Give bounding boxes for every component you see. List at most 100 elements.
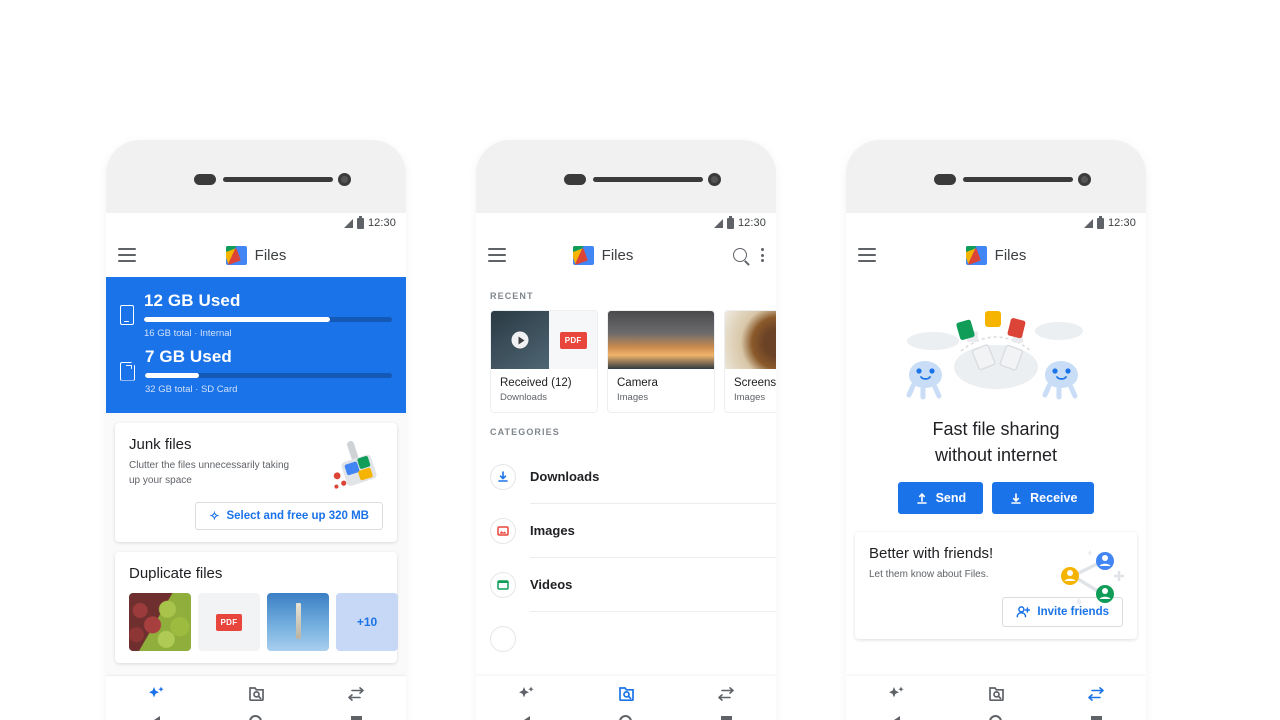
send-button[interactable]: Send <box>897 482 984 515</box>
better-with-friends-card: Better with friends! Let them know about… <box>855 532 1137 639</box>
category-row-partial[interactable] <box>476 612 776 665</box>
storage-summary-panel: 12 GB Used 16 GB total · Internal 7 GB U… <box>106 277 406 413</box>
recent-card-name: Screenshots <box>734 377 776 389</box>
junk-card-subtitle: Clutter the files unnecessarily taking u… <box>129 460 290 486</box>
pdf-badge-label: PDF <box>215 613 243 631</box>
phone-device-icon <box>120 305 134 325</box>
browse-folder-search-icon <box>987 685 1006 703</box>
storage-used-title: 12 GB Used <box>144 291 241 310</box>
screen-body: Fast file sharing without internet Send … <box>846 277 1146 720</box>
download-icon <box>490 463 516 490</box>
phone-screen: 12:30 Files RECENT PDF Received (12) Dow… <box>476 213 776 720</box>
phone-mockup-share: 12:30 Files Fast file sharing without in… <box>846 140 1146 720</box>
android-system-nav <box>106 703 406 720</box>
screen-body: RECENT PDF Received (12) Downloads Camer… <box>476 277 776 720</box>
recents-square-icon[interactable] <box>720 716 732 720</box>
category-row-downloads[interactable]: Downloads <box>476 450 776 503</box>
audio-icon <box>490 625 516 652</box>
recent-card-strip[interactable]: PDF Received (12) Downloads Camera Image… <box>476 310 776 413</box>
phone-bezel-top <box>846 140 1146 213</box>
recent-card-name: Camera <box>617 377 658 389</box>
recent-card[interactable]: Screenshots Images <box>724 310 776 413</box>
hamburger-menu-icon[interactable] <box>488 248 506 262</box>
sparkle-icon <box>887 685 906 703</box>
phone-mockup-clean: 12:30 Files 12 GB Used 16 GB total · Int… <box>106 140 406 720</box>
brand: Files <box>476 245 776 265</box>
image-icon <box>490 517 516 544</box>
recent-card[interactable]: PDF Received (12) Downloads <box>490 310 598 413</box>
share-arrows-icon <box>716 685 736 703</box>
battery-icon <box>356 215 364 229</box>
files-logo-icon <box>225 245 247 265</box>
duplicate-card-title: Duplicate files <box>129 565 223 582</box>
earpiece-slot-icon <box>593 177 703 182</box>
recent-card[interactable]: Camera Images <box>607 310 715 413</box>
brand: Files <box>106 245 406 265</box>
status-bar: 12:30 <box>476 213 776 233</box>
hero-title-line1: Fast file sharing <box>932 419 1060 439</box>
app-title: Files <box>994 246 1027 264</box>
battery-icon <box>1096 215 1104 229</box>
back-triangle-icon[interactable] <box>150 715 160 720</box>
phone-bezel-top <box>476 140 776 213</box>
back-triangle-icon[interactable] <box>520 715 530 720</box>
recents-square-icon[interactable] <box>350 716 362 720</box>
search-icon[interactable] <box>733 248 747 262</box>
earpiece-slot-icon <box>223 177 333 182</box>
thumbnail-pdf[interactable]: PDF <box>198 593 260 651</box>
categories-section-label: CATEGORIES <box>490 427 560 437</box>
recent-card-sub: Downloads <box>500 392 547 403</box>
brand: Files <box>846 245 1146 265</box>
signal-icon <box>343 218 353 228</box>
status-clock: 12:30 <box>1107 217 1136 229</box>
thumbnail-grapes[interactable] <box>129 593 191 651</box>
duplicate-thumbnail-row: PDF +10 <box>129 593 398 651</box>
phone-screen: 12:30 Files Fast file sharing without in… <box>846 213 1146 720</box>
people-network-icon <box>1061 550 1125 607</box>
storage-row-sdcard[interactable]: 7 GB Used 32 GB total · SD Card <box>120 347 392 395</box>
home-circle-icon[interactable] <box>248 715 262 720</box>
category-list: Downloads Images Videos <box>476 450 776 665</box>
recent-thumbnail: PDF <box>491 311 597 369</box>
storage-used-title: 7 GB Used <box>145 347 232 366</box>
browse-folder-search-icon <box>247 685 266 703</box>
broom-cleaning-icon <box>333 441 377 489</box>
select-and-free-up-button[interactable]: ✧ Select and free up 320 MB <box>195 502 383 530</box>
category-label: Downloads <box>530 469 600 484</box>
thumbnail-sky-tower[interactable] <box>267 593 329 651</box>
phone-mockup-browse: 12:30 Files RECENT PDF Received (12) Dow… <box>476 140 776 720</box>
recent-thumbnail <box>725 311 776 369</box>
back-triangle-icon[interactable] <box>890 715 900 720</box>
category-row-images[interactable]: Images <box>476 504 776 557</box>
recent-card-meta: Screenshots Images <box>725 369 776 412</box>
screenshot-stage: 12:30 Files 12 GB Used 16 GB total · Int… <box>0 0 1280 720</box>
phone-bezel-top <box>106 140 406 213</box>
recents-square-icon[interactable] <box>1090 716 1102 720</box>
thumbnail-more-count[interactable]: +10 <box>336 593 398 651</box>
home-circle-icon[interactable] <box>618 715 632 720</box>
category-label: Images <box>530 523 575 538</box>
front-camera-icon <box>338 173 351 186</box>
app-title: Files <box>601 246 634 264</box>
storage-row-internal[interactable]: 12 GB Used 16 GB total · Internal <box>120 291 392 339</box>
receive-button[interactable]: Receive <box>992 482 1095 515</box>
files-logo-icon <box>572 245 594 265</box>
download-icon <box>1011 493 1021 504</box>
friends-card-subtitle: Let them know about Files. <box>869 569 989 581</box>
front-camera-icon <box>708 173 721 186</box>
send-label: Send <box>935 491 967 506</box>
overflow-kebab-icon[interactable] <box>761 248 764 262</box>
dessert-photo-thumbnail <box>725 311 776 369</box>
storage-progress-track <box>145 373 392 378</box>
home-circle-icon[interactable] <box>988 715 1002 720</box>
status-bar: 12:30 <box>846 213 1146 233</box>
hamburger-menu-icon[interactable] <box>858 248 876 262</box>
status-clock: 12:30 <box>367 217 396 229</box>
storage-subtitle: 16 GB total · Internal <box>144 328 232 339</box>
app-title: Files <box>254 246 287 264</box>
hamburger-menu-icon[interactable] <box>118 248 136 262</box>
storage-progress-fill <box>144 317 330 322</box>
category-row-videos[interactable]: Videos <box>476 558 776 611</box>
hero-buttons: Send Receive <box>846 482 1146 515</box>
play-icon <box>511 331 529 349</box>
